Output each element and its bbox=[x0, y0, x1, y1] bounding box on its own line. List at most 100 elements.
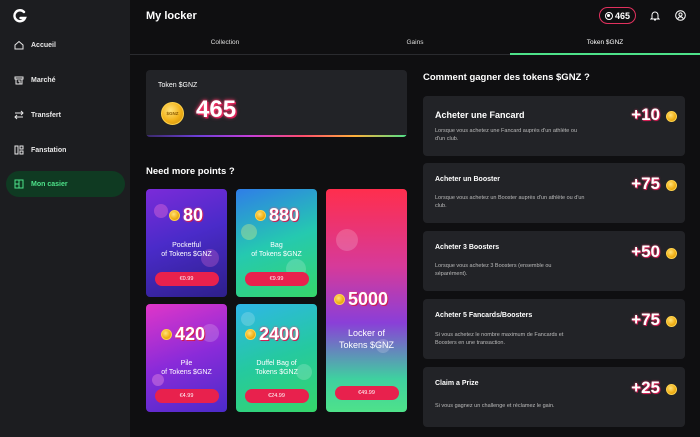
locker-icon bbox=[14, 179, 24, 189]
pack-amount-value: 880 bbox=[269, 205, 300, 225]
pack-amount-value: 5000 bbox=[348, 289, 389, 309]
pack-name-line1: Bag bbox=[270, 242, 283, 249]
token-card-value: 465 bbox=[196, 96, 237, 123]
token-balance-value: 465 bbox=[614, 10, 630, 21]
app-root: Accueil Marché Transfert Fanstation Mon … bbox=[0, 0, 700, 437]
earn-card-reward: +25 bbox=[631, 378, 660, 397]
pack-name: Pile of Tokens $GNZ bbox=[146, 359, 227, 377]
earn-card-title: Claim a Prize bbox=[435, 380, 479, 387]
sidebar: Accueil Marché Transfert Fanstation Mon … bbox=[0, 0, 130, 437]
token-balance-card: Token $GNZ $GNZ 465 bbox=[146, 70, 407, 137]
sidebar-item-label: Accueil bbox=[31, 41, 56, 49]
earn-card-reward: +10 bbox=[631, 105, 660, 124]
token-balance-badge[interactable]: 465 bbox=[598, 7, 636, 24]
pack-name-line2: of Tokens $GNZ bbox=[161, 251, 212, 258]
sidebar-item-fanstation[interactable]: Fanstation bbox=[6, 137, 125, 163]
pack-name-line2: of Tokens $GNZ bbox=[161, 369, 212, 376]
tab-token-gnz[interactable]: Token $GNZ bbox=[510, 34, 700, 55]
pack-name-line1: Pocketful bbox=[172, 242, 201, 249]
earn-card-title: Acheter 3 Boosters bbox=[435, 244, 500, 251]
pack-card-locker[interactable]: 5000 Locker of Tokens $GNZ €49.99 bbox=[326, 189, 407, 412]
pack-name-line1: Pile bbox=[180, 360, 193, 367]
coin-icon bbox=[334, 294, 345, 305]
pack-amount: 2400 bbox=[245, 324, 299, 345]
token-icon bbox=[604, 11, 613, 20]
coin-icon bbox=[666, 384, 677, 395]
pack-amount-value: 420 bbox=[175, 324, 206, 344]
earn-card-reward: +75 bbox=[631, 310, 660, 329]
earn-card: Acheter un Booster Lorsque vous achetez … bbox=[423, 163, 685, 223]
earn-card-title: Acheter une Fancard bbox=[435, 110, 525, 120]
earn-card-desc: Lorsque vous achetez une Fancard auprès … bbox=[435, 128, 578, 142]
sidebar-item-marche[interactable]: Marché bbox=[6, 67, 125, 93]
pack-card-bag[interactable]: 880 Bag of Tokens $GNZ €9.99 bbox=[236, 189, 317, 297]
top-header: My locker 465 bbox=[130, 0, 700, 34]
sidebar-item-transfert[interactable]: Transfert bbox=[6, 102, 125, 128]
earn-card: Acheter 3 Boosters Lorsque vous achetez … bbox=[423, 231, 685, 291]
earn-card-reward: +75 bbox=[631, 174, 660, 193]
earn-section-title: Comment gagner des tokens $GNZ ? bbox=[423, 72, 590, 83]
pack-name-line1: Locker of bbox=[347, 328, 386, 338]
transfer-icon bbox=[14, 110, 24, 120]
coin-icon bbox=[666, 111, 677, 122]
coin-icon bbox=[666, 248, 677, 259]
sidebar-item-mon-casier[interactable]: Mon casier bbox=[6, 171, 125, 197]
earn-card-desc: Lorsque vous achetez un Booster auprès d… bbox=[435, 195, 585, 209]
pack-amount: 420 bbox=[161, 324, 205, 345]
sidebar-item-label: Marché bbox=[31, 76, 56, 84]
buy-price-button[interactable]: €49.99 bbox=[334, 386, 399, 400]
sidebar-item-accueil[interactable]: Accueil bbox=[6, 32, 125, 58]
earn-card-title: Acheter 5 Fancards/Boosters bbox=[435, 312, 533, 319]
pack-name: Duffel Bag of Tokens $GNZ bbox=[236, 359, 317, 377]
earn-card: Acheter une Fancard Lorsque vous achetez… bbox=[423, 96, 685, 156]
coin-icon bbox=[245, 329, 256, 340]
coin-icon bbox=[169, 210, 180, 221]
pack-amount-value: 2400 bbox=[259, 324, 300, 344]
pack-name-line1: Duffel Bag of bbox=[256, 360, 297, 367]
earn-card-desc: Lorsque vous achetez 3 Boosters (ensembl… bbox=[435, 263, 552, 277]
pack-amount: 5000 bbox=[334, 289, 388, 310]
pack-card-pile[interactable]: 420 Pile of Tokens $GNZ €4.99 bbox=[146, 304, 227, 412]
token-card-label: Token $GNZ bbox=[158, 82, 198, 89]
earn-card-title: Acheter un Booster bbox=[435, 176, 500, 183]
buy-price-button[interactable]: €0.99 bbox=[154, 272, 219, 286]
tab-collection[interactable]: Collection bbox=[130, 34, 320, 55]
pack-amount-value: 80 bbox=[183, 205, 204, 225]
pack-amount: 80 bbox=[169, 205, 203, 226]
bell-icon[interactable] bbox=[650, 10, 660, 21]
home-icon bbox=[14, 40, 24, 50]
pack-name: Locker of Tokens $GNZ bbox=[326, 327, 407, 351]
buy-price-button[interactable]: €24.99 bbox=[244, 389, 309, 403]
tab-gains[interactable]: Gains bbox=[320, 34, 510, 55]
coin-icon bbox=[255, 210, 266, 221]
earn-card-desc: Si vous gagnez un challenge et réclamez … bbox=[435, 403, 555, 409]
page-title: My locker bbox=[146, 10, 197, 22]
pack-name-line2: of Tokens $GNZ bbox=[251, 251, 302, 258]
user-icon[interactable] bbox=[675, 10, 686, 21]
packs-section-title: Need more points ? bbox=[146, 166, 235, 177]
coin-icon bbox=[666, 316, 677, 327]
pack-card-pocketful[interactable]: 80 Pocketful of Tokens $GNZ €0.99 bbox=[146, 189, 227, 297]
pack-name: Bag of Tokens $GNZ bbox=[236, 241, 317, 259]
sidebar-item-label: Transfert bbox=[31, 111, 61, 119]
app-logo-icon[interactable] bbox=[13, 9, 27, 23]
gradient-divider bbox=[146, 135, 407, 137]
coin-text: $GNZ bbox=[166, 111, 179, 116]
gnz-coin-icon: $GNZ bbox=[161, 102, 184, 125]
market-icon bbox=[14, 76, 24, 85]
pack-name: Pocketful of Tokens $GNZ bbox=[146, 241, 227, 259]
pack-amount: 880 bbox=[255, 205, 299, 226]
sidebar-item-label: Mon casier bbox=[31, 180, 68, 188]
coin-icon bbox=[666, 180, 677, 191]
earn-card: Acheter 5 Fancards/Boosters Si vous ache… bbox=[423, 299, 685, 359]
buy-price-button[interactable]: €9.99 bbox=[244, 272, 309, 286]
buy-price-button[interactable]: €4.99 bbox=[154, 389, 219, 403]
earn-card-desc: Si vous achetez le nombre maximum de Fan… bbox=[435, 332, 564, 346]
earn-card-reward: +50 bbox=[631, 242, 660, 261]
coin-icon bbox=[161, 329, 172, 340]
pack-card-duffel-bag[interactable]: 2400 Duffel Bag of Tokens $GNZ €24.99 bbox=[236, 304, 317, 412]
earn-card: Claim a Prize Si vous gagnez un challeng… bbox=[423, 367, 685, 427]
sidebar-item-label: Fanstation bbox=[31, 146, 67, 154]
tab-bar: Collection Gains Token $GNZ bbox=[130, 34, 700, 55]
pack-name-line2: Tokens $GNZ bbox=[255, 369, 298, 376]
